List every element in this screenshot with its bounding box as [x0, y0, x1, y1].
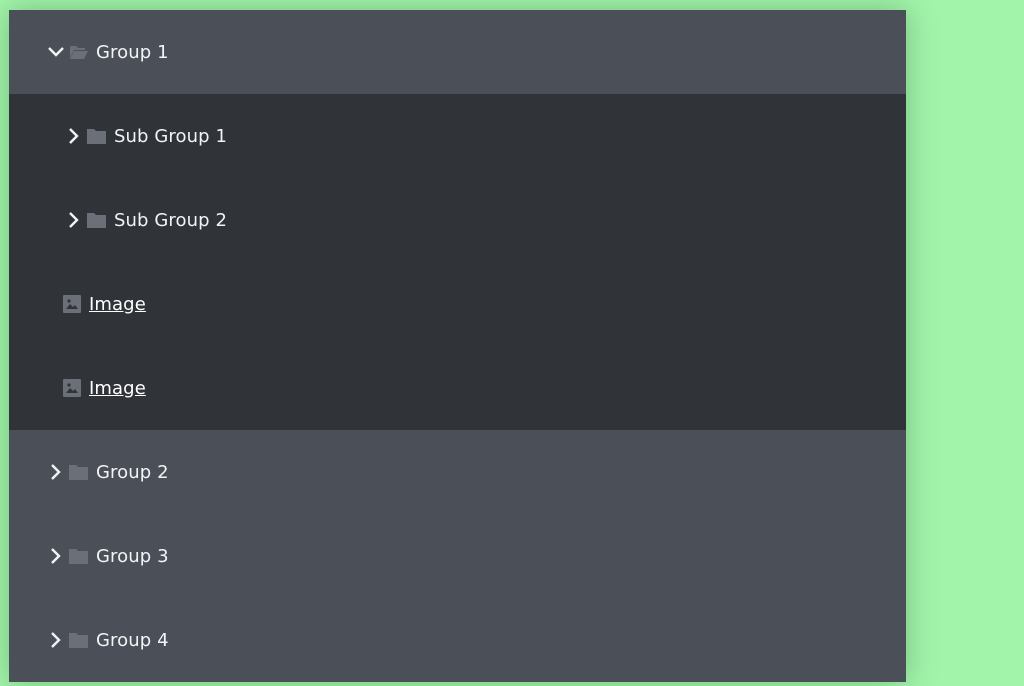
tree-subgroup-label: Sub Group 1: [114, 125, 228, 147]
tree-subgroup-2[interactable]: Sub Group 2: [9, 178, 906, 262]
folder-icon: [87, 128, 106, 144]
tree-group-label: Group 1: [96, 41, 169, 63]
tree-panel: Group 1 Sub Group 1 Sub Group 2 Image Im…: [9, 10, 906, 682]
folder-icon: [69, 632, 88, 648]
image-icon: [63, 379, 81, 397]
chevron-right-icon[interactable]: [65, 127, 83, 145]
tree-group-4[interactable]: Group 4: [9, 598, 906, 682]
tree-group-label: Group 4: [96, 629, 169, 651]
tree-group-label: Group 3: [96, 545, 169, 567]
image-icon: [63, 295, 81, 313]
chevron-right-icon[interactable]: [47, 547, 65, 565]
chevron-down-icon[interactable]: [47, 43, 65, 61]
image-link[interactable]: Image: [89, 378, 146, 399]
tree-subgroup-label: Sub Group 2: [114, 209, 228, 231]
folder-icon: [87, 212, 106, 228]
chevron-right-icon[interactable]: [47, 463, 65, 481]
folder-icon: [69, 548, 88, 564]
folder-icon: [69, 464, 88, 480]
tree-group-3[interactable]: Group 3: [9, 514, 906, 598]
tree-image-item-2: Image: [9, 346, 906, 430]
chevron-right-icon[interactable]: [47, 631, 65, 649]
folder-open-icon: [69, 44, 88, 60]
tree-group-2[interactable]: Group 2: [9, 430, 906, 514]
image-link[interactable]: Image: [89, 294, 146, 315]
chevron-right-icon[interactable]: [65, 211, 83, 229]
tree-subgroup-1[interactable]: Sub Group 1: [9, 94, 906, 178]
tree-image-item-1: Image: [9, 262, 906, 346]
group-1-children: Sub Group 1 Sub Group 2 Image Image: [9, 94, 906, 430]
tree-group-1[interactable]: Group 1: [9, 10, 906, 94]
tree-group-label: Group 2: [96, 461, 169, 483]
